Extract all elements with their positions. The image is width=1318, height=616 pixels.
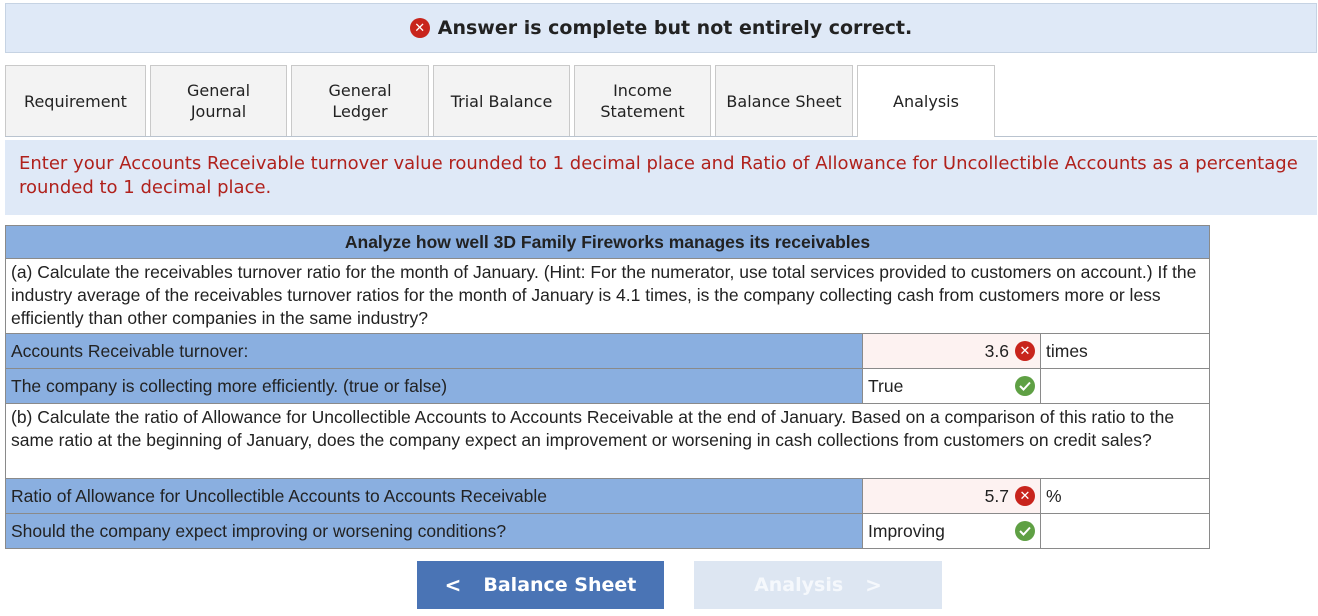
tab-label: General Journal (186, 81, 251, 121)
tab-analysis[interactable]: Analysis (857, 65, 995, 137)
tab-general-journal[interactable]: General Journal (150, 65, 287, 136)
row-label: Ratio of Allowance for Uncollectible Acc… (5, 478, 863, 514)
tab-label: Income Statement (600, 81, 685, 121)
question-b: (b) Calculate the ratio of Allowance for… (5, 403, 1210, 479)
row-label: Accounts Receivable turnover: (5, 333, 863, 369)
instruction-text: Enter your Accounts Receivable turnover … (5, 140, 1317, 215)
tab-label: General Ledger (328, 81, 392, 121)
unit-label: % (1040, 478, 1210, 514)
ar-turnover-value: 3.6 (984, 340, 1009, 361)
unit-label (1040, 368, 1210, 404)
tab-bar: Requirement General Journal General Ledg… (5, 65, 1317, 137)
next-button[interactable]: Analysis > (694, 561, 942, 609)
analysis-table: Analyze how well 3D Family Fireworks man… (5, 225, 1210, 549)
conditions-select[interactable]: Improving (862, 513, 1041, 549)
chevron-right-icon: > (865, 573, 882, 597)
banner-text: Answer is complete but not entirely corr… (437, 17, 913, 39)
x-icon: ✕ (409, 18, 430, 38)
result-banner: ✕ Answer is complete but not entirely co… (5, 3, 1317, 53)
tab-balance-sheet[interactable]: Balance Sheet (715, 65, 853, 136)
unit-label (1040, 513, 1210, 549)
ar-turnover-input[interactable]: 3.6 ✕ (862, 333, 1041, 369)
table-row: Accounts Receivable turnover: 3.6 ✕ time… (5, 333, 1210, 369)
allowance-ratio-value: 5.7 (984, 485, 1009, 506)
check-icon (1015, 376, 1035, 396)
allowance-ratio-input[interactable]: 5.7 ✕ (862, 478, 1041, 514)
prev-button[interactable]: < Balance Sheet (417, 561, 664, 609)
table-row: Should the company expect improving or w… (5, 513, 1210, 549)
row-label: The company is collecting more efficient… (5, 368, 863, 404)
tab-requirement[interactable]: Requirement (5, 65, 146, 136)
x-icon: ✕ (1015, 341, 1035, 361)
efficiency-select[interactable]: True (862, 368, 1041, 404)
efficiency-value: True (868, 375, 904, 396)
next-button-label: Analysis (754, 574, 844, 596)
unit-label: times (1040, 333, 1210, 369)
chevron-left-icon: < (444, 573, 462, 597)
x-icon: ✕ (1015, 486, 1035, 506)
check-icon (1015, 521, 1035, 541)
prev-button-label: Balance Sheet (483, 574, 637, 596)
tab-divider (5, 136, 1317, 137)
table-row: The company is collecting more efficient… (5, 368, 1210, 404)
table-row: Ratio of Allowance for Uncollectible Acc… (5, 478, 1210, 514)
question-a: (a) Calculate the receivables turnover r… (5, 258, 1210, 334)
table-title: Analyze how well 3D Family Fireworks man… (5, 225, 1210, 259)
tab-trial-balance[interactable]: Trial Balance (433, 65, 570, 136)
conditions-value: Improving (868, 520, 945, 541)
tab-income-statement[interactable]: Income Statement (574, 65, 711, 136)
tab-general-ledger[interactable]: General Ledger (291, 65, 429, 136)
row-label: Should the company expect improving or w… (5, 513, 863, 549)
